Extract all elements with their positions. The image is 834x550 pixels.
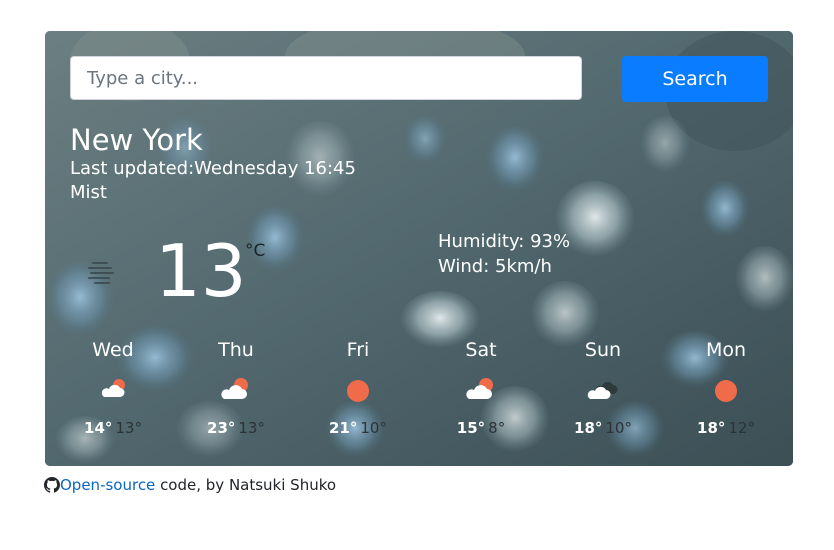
cloud-sun-icon [221, 378, 248, 399]
forecast-max: 23° [207, 419, 236, 437]
forecast-temps: 18° 10° [553, 419, 653, 437]
weather-description: Mist [70, 182, 107, 203]
forecast-temps: 23° 13° [186, 419, 286, 437]
temperature-unit: °C [245, 241, 266, 261]
github-icon[interactable] [44, 477, 60, 493]
forecast-min: 13° [238, 419, 265, 437]
forecast-day-name: Sat [465, 339, 497, 361]
forecast-max: 15° [456, 419, 486, 437]
forecast-temps: 18° 12° [676, 419, 776, 437]
dark-cloud-icon [587, 381, 618, 399]
forecast-day-name: Thu [218, 339, 254, 361]
forecast-day: Sat 15° 8° [431, 337, 531, 437]
search-button[interactable]: Search [622, 56, 768, 102]
forecast-day-name: Wed [92, 339, 134, 361]
last-updated: Last updated:Wednesday 16:45 [70, 158, 356, 179]
forecast-max: 18° [574, 419, 603, 437]
forecast-max: 14° [84, 419, 113, 437]
weather-card: Search New York Last updated:Wednesday 1… [45, 31, 793, 466]
forecast: Wed 14° 13° Thu 23° 13° Fri 21° 10° Sat … [45, 337, 793, 457]
forecast-day-name: Fri [346, 339, 370, 361]
forecast-min: 8° [488, 419, 506, 437]
search-input[interactable] [70, 56, 582, 100]
forecast-max: 21° [329, 419, 358, 437]
footer: Open-source code, by Natsuki Shuko [44, 475, 336, 495]
forecast-temps: 15° 8° [431, 419, 531, 437]
forecast-day: Wed 14° 13° [63, 337, 163, 437]
sun-icon [715, 380, 737, 402]
forecast-day: Thu 23° 13° [186, 337, 286, 437]
forecast-min: 10° [605, 419, 632, 437]
forecast-day: Fri 21° 10° [308, 337, 408, 437]
wind: Wind: 5km/h [438, 256, 552, 277]
forecast-day: Mon 18° 12° [676, 337, 776, 437]
forecast-day: Sun 18° 10° [553, 337, 653, 437]
forecast-day-name: Mon [705, 339, 747, 361]
forecast-temps: 21° 10° [308, 419, 408, 437]
forecast-min: 10° [360, 419, 387, 437]
forecast-min: 12° [728, 419, 755, 437]
open-source-link[interactable]: Open-source [60, 476, 155, 494]
cloud-sun-icon [466, 378, 493, 399]
forecast-min: 13° [115, 419, 142, 437]
forecast-max: 18° [697, 419, 726, 437]
sun-icon [347, 380, 369, 402]
humidity: Humidity: 93% [438, 231, 571, 252]
cloud-sun-icon [101, 379, 125, 397]
forecast-temps: 14° 13° [63, 419, 163, 437]
city-name: New York [70, 123, 203, 157]
mist-icon [88, 262, 114, 284]
footer-credit: code, by Natsuki Shuko [155, 476, 337, 494]
forecast-day-name: Sun [584, 339, 622, 361]
current-temperature: 13 [155, 229, 247, 313]
